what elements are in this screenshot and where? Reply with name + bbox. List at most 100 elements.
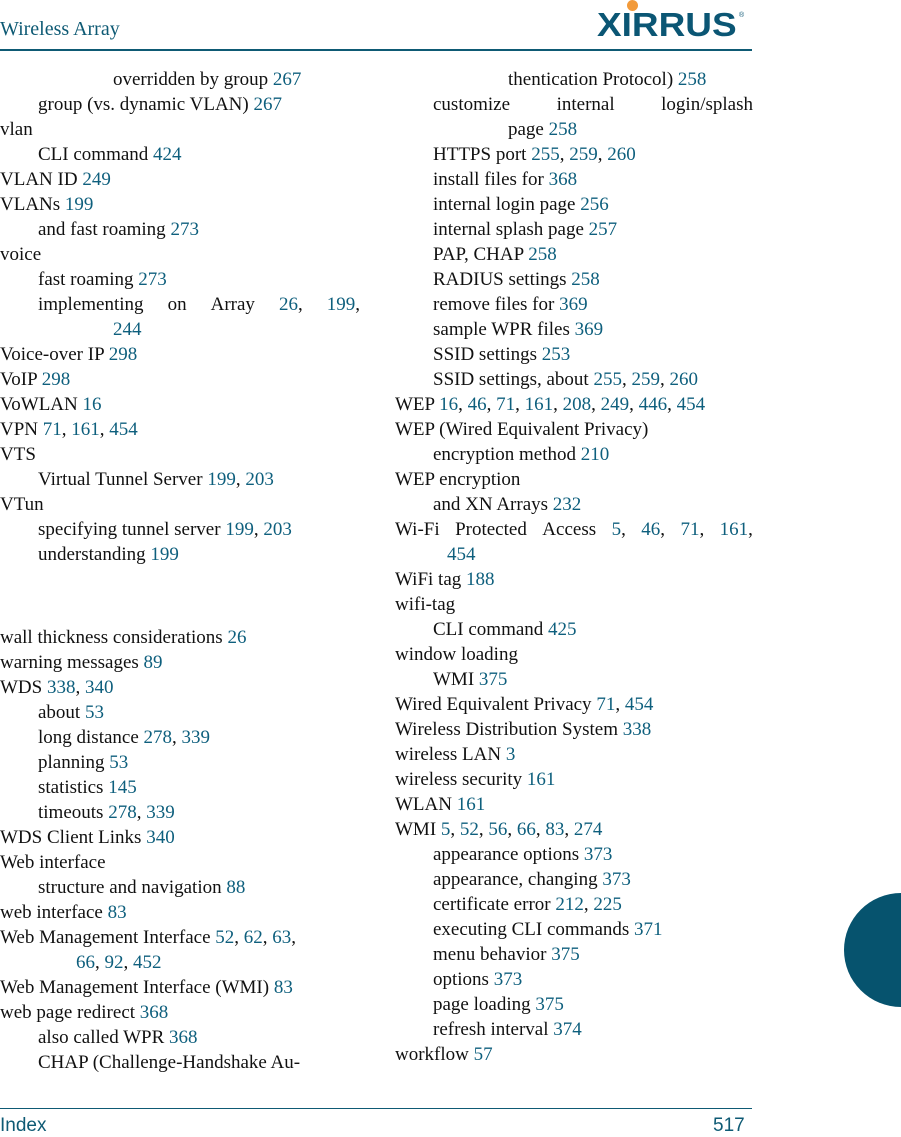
page-reference-link[interactable]: 368	[140, 1002, 169, 1023]
page-reference-link[interactable]: 267	[273, 69, 302, 90]
page-reference-link[interactable]: 369	[575, 319, 604, 340]
page-reference-link[interactable]: 374	[553, 1019, 582, 1040]
page-reference-link[interactable]: 368	[169, 1027, 198, 1048]
page-reference-link[interactable]: 26	[227, 627, 246, 648]
page-reference-link[interactable]: 199	[225, 519, 254, 540]
page-reference-link[interactable]: 340	[146, 827, 175, 848]
page-reference-link[interactable]: 188	[466, 569, 495, 590]
page-reference-link[interactable]: 249	[601, 394, 630, 415]
page-reference-link[interactable]: 46	[641, 519, 660, 540]
page-reference-link[interactable]: 203	[263, 519, 292, 540]
page-reference-link[interactable]: 199	[327, 294, 356, 315]
page-reference-link[interactable]: 145	[108, 777, 137, 798]
page-reference-link[interactable]: 16	[83, 394, 102, 415]
page-reference-link[interactable]: 259	[631, 369, 660, 390]
page-reference-link[interactable]: 278	[144, 727, 173, 748]
page-reference-link[interactable]: 83	[274, 977, 293, 998]
page-reference-link[interactable]: 210	[581, 444, 610, 465]
page-reference-link[interactable]: 89	[144, 652, 163, 673]
page-reference-link[interactable]: 66	[76, 952, 95, 973]
page-reference-link[interactable]: 83	[108, 902, 127, 923]
page-reference-link[interactable]: 53	[109, 752, 128, 773]
page-reference-link[interactable]: 339	[146, 802, 175, 823]
page-reference-link[interactable]: 373	[584, 844, 613, 865]
page-reference-link[interactable]: 375	[551, 944, 580, 965]
page-reference-link[interactable]: 339	[182, 727, 211, 748]
page-reference-link[interactable]: 298	[109, 344, 138, 365]
page-reference-link[interactable]: 244	[113, 319, 142, 340]
page-reference-link[interactable]: 256	[580, 194, 609, 215]
page-reference-link[interactable]: 56	[488, 819, 507, 840]
page-reference-link[interactable]: 203	[245, 469, 274, 490]
page-reference-link[interactable]: 52	[460, 819, 479, 840]
page-reference-link[interactable]: 232	[553, 494, 582, 515]
page-reference-link[interactable]: 338	[47, 677, 76, 698]
page-reference-link[interactable]: 340	[85, 677, 114, 698]
page-reference-link[interactable]: 274	[574, 819, 603, 840]
page-reference-link[interactable]: 255	[531, 144, 560, 165]
page-reference-link[interactable]: 298	[42, 369, 71, 390]
page-reference-link[interactable]: 452	[133, 952, 162, 973]
page-reference-link[interactable]: 253	[542, 344, 571, 365]
page-reference-link[interactable]: 83	[545, 819, 564, 840]
page-reference-link[interactable]: 373	[494, 969, 523, 990]
page-reference-link[interactable]: 92	[105, 952, 124, 973]
page-reference-link[interactable]: 267	[253, 94, 282, 115]
page-reference-link[interactable]: 375	[479, 669, 508, 690]
page-reference-link[interactable]: 199	[65, 194, 94, 215]
page-reference-link[interactable]: 161	[720, 519, 749, 540]
page-reference-link[interactable]: 5	[612, 519, 622, 540]
page-reference-link[interactable]: 225	[593, 894, 622, 915]
page-reference-link[interactable]: 257	[589, 219, 618, 240]
page-reference-link[interactable]: 199	[207, 469, 236, 490]
page-reference-link[interactable]: 62	[244, 927, 263, 948]
page-reference-link[interactable]: 63	[272, 927, 291, 948]
page-reference-link[interactable]: 71	[596, 694, 615, 715]
page-reference-link[interactable]: 258	[549, 119, 578, 140]
page-reference-link[interactable]: 161	[457, 794, 486, 815]
page-reference-link[interactable]: 88	[226, 877, 245, 898]
page-reference-link[interactable]: 368	[549, 169, 578, 190]
page-reference-link[interactable]: 66	[517, 819, 536, 840]
page-reference-link[interactable]: 278	[108, 802, 137, 823]
page-reference-link[interactable]: 199	[150, 544, 179, 565]
page-reference-link[interactable]: 425	[548, 619, 577, 640]
page-reference-link[interactable]: 71	[496, 394, 515, 415]
page-reference-link[interactable]: 258	[528, 244, 557, 265]
page-reference-link[interactable]: 3	[506, 744, 516, 765]
page-reference-link[interactable]: 371	[634, 919, 663, 940]
page-reference-link[interactable]: 273	[170, 219, 199, 240]
page-reference-link[interactable]: 249	[82, 169, 111, 190]
page-reference-link[interactable]: 161	[527, 769, 556, 790]
page-reference-link[interactable]: 53	[85, 702, 104, 723]
page-reference-link[interactable]: 212	[555, 894, 584, 915]
page-reference-link[interactable]: 16	[439, 394, 458, 415]
page-reference-link[interactable]: 46	[468, 394, 487, 415]
page-reference-link[interactable]: 208	[563, 394, 592, 415]
page-reference-link[interactable]: 373	[602, 869, 631, 890]
page-reference-link[interactable]: 454	[447, 544, 476, 565]
page-reference-link[interactable]: 273	[138, 269, 167, 290]
page-reference-link[interactable]: 161	[525, 394, 554, 415]
page-reference-link[interactable]: 258	[571, 269, 600, 290]
page-reference-link[interactable]: 375	[535, 994, 564, 1015]
page-reference-link[interactable]: 71	[43, 419, 62, 440]
page-reference-link[interactable]: 260	[669, 369, 698, 390]
page-reference-link[interactable]: 26	[279, 294, 298, 315]
page-reference-link[interactable]: 52	[215, 927, 234, 948]
page-reference-link[interactable]: 260	[607, 144, 636, 165]
page-reference-link[interactable]: 454	[677, 394, 706, 415]
page-reference-link[interactable]: 338	[623, 719, 652, 740]
page-reference-link[interactable]: 161	[71, 419, 100, 440]
page-reference-link[interactable]: 424	[153, 144, 182, 165]
page-reference-link[interactable]: 71	[680, 519, 699, 540]
page-reference-link[interactable]: 446	[639, 394, 668, 415]
page-reference-link[interactable]: 454	[625, 694, 654, 715]
page-reference-link[interactable]: 259	[569, 144, 598, 165]
page-reference-link[interactable]: 57	[474, 1044, 493, 1065]
page-reference-link[interactable]: 369	[559, 294, 588, 315]
page-reference-link[interactable]: 5	[441, 819, 451, 840]
page-reference-link[interactable]: 255	[593, 369, 622, 390]
page-reference-link[interactable]: 258	[678, 69, 707, 90]
page-reference-link[interactable]: 454	[109, 419, 138, 440]
